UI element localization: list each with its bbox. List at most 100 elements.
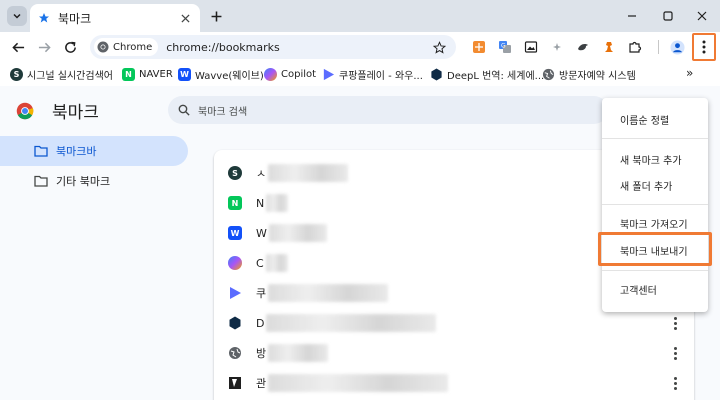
menu-divider	[602, 270, 708, 271]
reload-button[interactable]	[60, 37, 80, 57]
chip-label: Chrome	[113, 41, 153, 53]
bird-icon	[578, 44, 588, 51]
copilot-icon	[264, 67, 277, 81]
bookmark-title: 쿠	[256, 287, 267, 300]
menu-item-add-folder[interactable]: 새 폴더 추가	[602, 170, 708, 200]
maximize-button[interactable]	[658, 6, 678, 26]
extension-bird-button[interactable]	[574, 38, 592, 56]
list-item[interactable]: 방	[214, 338, 694, 368]
chrome-chip[interactable]: Chrome	[94, 38, 159, 56]
reload-icon	[64, 41, 76, 53]
extension-image-button[interactable]	[522, 38, 540, 56]
wavve-icon: W	[178, 67, 191, 81]
bookmark-title: N	[256, 196, 265, 210]
menu-item-sort-by-name[interactable]: 이름순 정렬	[602, 104, 708, 134]
avatar-icon	[669, 39, 685, 55]
menu-item-help-center[interactable]: 고객센터	[602, 274, 708, 304]
extension-translate-button[interactable]: G	[496, 38, 514, 56]
puzzle-icon	[629, 41, 642, 53]
bookmark-bar-label: Wavve(웨이브)	[195, 70, 264, 82]
chrome-logo-icon	[97, 41, 109, 53]
bookmark-title: C	[256, 256, 264, 270]
wavve-icon: W	[228, 226, 242, 240]
new-tab-button[interactable]	[207, 7, 225, 25]
redacted-text	[268, 164, 349, 182]
redacted-text	[268, 374, 449, 392]
toolbar: Chrome chrome://bookmarks G	[0, 32, 720, 62]
chevron-down-icon	[13, 13, 21, 19]
sidebar-item-other-bookmarks[interactable]: 기타 북마크	[0, 166, 188, 196]
extension-spark-button[interactable]	[548, 38, 566, 56]
image-icon	[524, 41, 538, 53]
bookmark-bar-item[interactable]: 방문자예약 시스템	[542, 66, 636, 82]
list-item[interactable]: 관	[214, 368, 694, 398]
profile-button[interactable]	[668, 38, 686, 56]
tab-title: 북마크	[58, 11, 92, 26]
browser-window: 북마크 Chrome chrome://bookmarks G S 시그널 실시…	[0, 0, 720, 400]
bookmark-bar-label: Copilot	[281, 68, 317, 80]
sidebar-item-bookmarks-bar[interactable]: 북마크바	[0, 136, 188, 166]
globe-icon	[542, 68, 555, 80]
sidebar-item-label: 북마크바	[56, 145, 97, 158]
deepl-icon	[431, 67, 442, 81]
bookmark-title: 방	[256, 347, 267, 360]
svg-text:G: G	[501, 43, 506, 50]
bookmark-bar-item[interactable]: S 시그널 실시간검색어	[10, 66, 113, 82]
coupang-play-icon	[323, 68, 335, 80]
bookmark-bar-item[interactable]: DeepL 번역: 세계에...	[430, 66, 544, 82]
forward-button[interactable]	[34, 37, 54, 57]
back-button[interactable]	[8, 37, 28, 57]
redacted-text	[268, 344, 329, 362]
list-item[interactable]: D	[214, 308, 694, 338]
star-icon	[39, 13, 49, 23]
bookmark-bar-item[interactable]: W Wavve(웨이브)	[178, 66, 264, 82]
bookmark-bar-label: 쿠팡플레이 - 와우...	[339, 70, 423, 82]
extension-gift-button[interactable]	[470, 38, 488, 56]
bookmark-site-icon	[229, 377, 241, 389]
arrow-left-icon	[11, 42, 24, 52]
bookmark-title: 관	[256, 377, 267, 390]
more-actions-button[interactable]	[670, 314, 680, 332]
menu-divider	[602, 138, 708, 139]
search-icon	[178, 104, 190, 116]
chrome-logo-icon	[16, 102, 34, 120]
menu-divider	[602, 204, 708, 205]
maximize-icon	[663, 11, 673, 21]
extensions-menu-button[interactable]	[626, 38, 644, 56]
organize-menu: 이름순 정렬 새 북마크 추가 새 폴더 추가 북마크 가져오기 북마크 내보내…	[602, 98, 708, 312]
address-bar[interactable]: Chrome chrome://bookmarks	[90, 35, 456, 59]
page-title: 북마크	[52, 103, 99, 123]
bookmark-title: W	[256, 226, 267, 240]
minimize-icon	[628, 15, 636, 17]
redacted-text	[268, 224, 327, 242]
naver-icon: N	[122, 67, 135, 81]
extension-chess-button[interactable]	[600, 38, 618, 56]
arrow-right-icon	[38, 42, 51, 52]
close-window-button[interactable]	[692, 6, 712, 26]
more-actions-button[interactable]	[670, 344, 680, 362]
bookmark-star-button[interactable]	[430, 38, 448, 56]
signal-icon: S	[10, 67, 23, 81]
spark-icon	[553, 43, 561, 51]
minimize-button[interactable]	[622, 6, 642, 26]
bookmark-bar-item[interactable]: N NAVER	[122, 66, 173, 82]
bookmark-search-input[interactable]: 북마크 검색	[168, 96, 608, 124]
chess-icon	[605, 42, 613, 52]
tab-search-button[interactable]	[7, 6, 27, 26]
signal-icon: S	[228, 166, 242, 180]
plus-icon	[211, 11, 221, 21]
bookmark-bar-label: 방문자예약 시스템	[559, 70, 636, 82]
redacted-text	[266, 194, 289, 212]
bookmark-bar-item[interactable]: 쿠팡플레이 - 와우...	[322, 66, 423, 82]
close-tab-icon[interactable]	[178, 11, 192, 25]
tab-strip: 북마크	[0, 0, 720, 32]
globe-icon	[229, 347, 241, 359]
more-actions-button[interactable]	[670, 374, 680, 392]
redacted-text	[266, 314, 437, 332]
chrome-menu-button[interactable]	[692, 33, 716, 61]
bookmark-bar-item[interactable]: Copilot	[264, 66, 316, 82]
tab-bookmarks[interactable]: 북마크	[30, 4, 200, 32]
bookmark-bar-overflow-button[interactable]: »	[686, 66, 693, 80]
folder-icon	[34, 145, 48, 157]
gift-icon	[473, 41, 485, 53]
